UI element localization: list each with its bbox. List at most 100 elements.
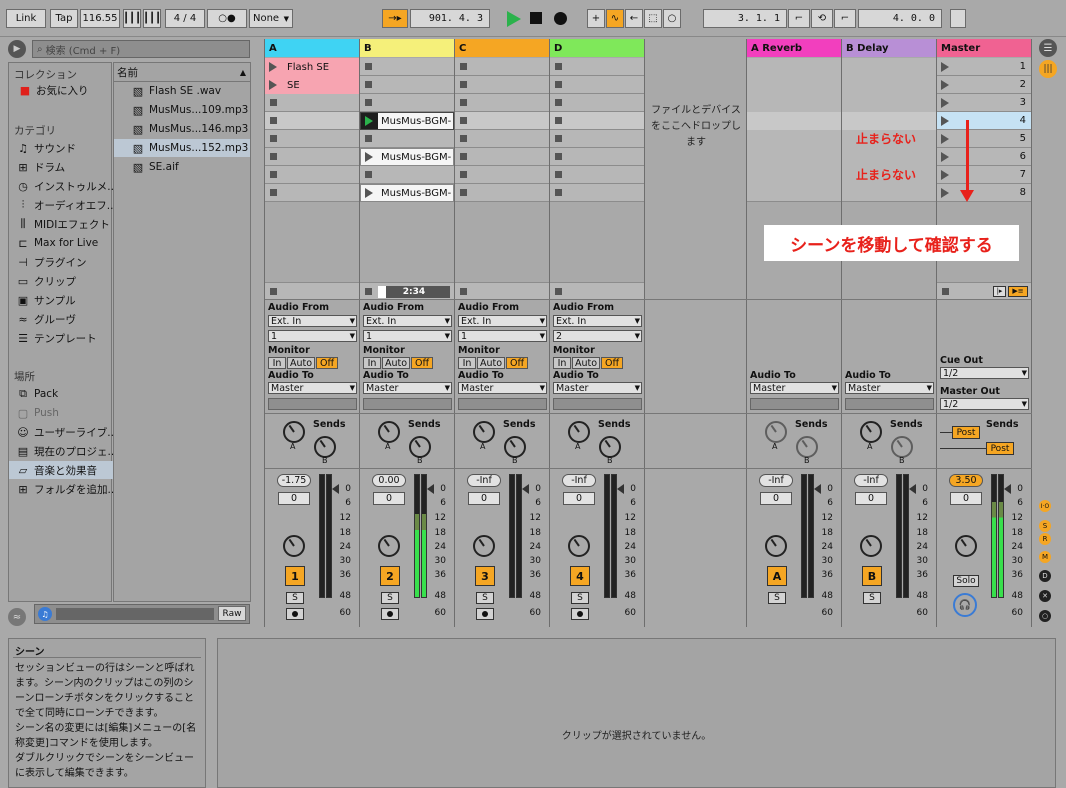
groove-pool-icon[interactable]: ≈ [8,608,26,626]
clip-play-icon[interactable] [269,62,277,72]
monitor-off-button[interactable]: Off [506,357,528,369]
clip-slot[interactable] [550,58,644,76]
clip-slot[interactable] [265,112,359,130]
raw-button[interactable]: Raw [218,606,246,621]
nudge-down-button[interactable]: ┃┃┃ [123,9,141,28]
loop-length-field[interactable]: 4. 0. 0 [858,9,942,28]
volume-field[interactable]: 0.00 [372,474,406,487]
audio-from-select[interactable]: Ext. In ▼ [458,315,547,327]
clip-slot[interactable] [265,94,359,112]
clip-slot[interactable] [455,76,549,94]
track-activator-1[interactable]: 1 [285,566,305,586]
overdub-button[interactable]: + [587,9,605,28]
clip-bgm[interactable]: MusMus-BGM- [360,184,454,202]
category-drums[interactable]: ⊞ ドラム [15,158,65,176]
clip-slot[interactable] [360,130,454,148]
return-b-header[interactable]: B Delay [842,39,936,57]
send-a-knob[interactable] [378,421,400,443]
preview-headphones-icon[interactable]: ♫ [38,607,52,621]
audio-from-select[interactable]: Ext. In ▼ [268,315,357,327]
play-icon[interactable] [507,11,521,27]
send-a-knob[interactable] [283,421,305,443]
io-show-icon[interactable]: I·O [1039,500,1051,512]
place-push[interactable]: ▢ Push [15,404,59,422]
place-pack[interactable]: ⧉ Pack [15,385,58,403]
arm-button[interactable] [381,608,399,620]
time-signature-field[interactable]: 4 / 4 [165,9,205,28]
cue-out-select[interactable]: 1/2 ▼ [940,367,1029,379]
category-samples[interactable]: ▣ サンプル [15,291,76,309]
category-sounds[interactable]: ♫ サウンド [15,139,76,157]
clip-se[interactable]: SE [265,76,359,94]
send-b-knob[interactable] [504,436,526,458]
monitor-off-button[interactable]: Off [316,357,338,369]
pan-knob[interactable] [765,535,787,557]
scene-4-selected[interactable]: 4 [937,112,1031,130]
track-stop-button[interactable] [550,282,644,300]
clip-slot[interactable] [455,130,549,148]
solo-cue-button[interactable]: Solo [953,575,979,587]
pan-field[interactable]: 0 [855,492,887,505]
clip-slot[interactable] [550,94,644,112]
send-b-knob[interactable] [314,436,336,458]
input-channel-select[interactable]: 1 ▼ [458,330,547,342]
send-b-knob[interactable] [599,436,621,458]
pan-knob[interactable] [473,535,495,557]
solo-button[interactable]: S [863,592,881,604]
post-button-b[interactable]: Post [986,442,1014,455]
category-grooves[interactable]: ≈ グルーヴ [15,310,76,328]
scene-2[interactable]: 2 [937,76,1031,94]
crossfader-show-icon[interactable]: ✕ [1039,590,1051,602]
pan-field[interactable]: 0 [373,492,405,505]
returns-show-icon[interactable]: R [1039,533,1051,545]
place-user-library[interactable]: ☺ ユーザーライブ.. [15,423,114,441]
pan-field[interactable]: 0 [563,492,595,505]
hamburger-icon[interactable]: ☰ [1039,39,1057,57]
volume-field[interactable]: -Inf [854,474,888,487]
scene-3[interactable]: 3 [937,94,1031,112]
monitor-auto-button[interactable]: Auto [287,357,315,369]
audio-to-select[interactable]: Master ▼ [363,382,452,394]
send-a-knob[interactable] [568,421,590,443]
volume-field[interactable]: -Inf [759,474,793,487]
tap-button[interactable]: Tap [50,9,78,28]
search-input[interactable]: ⌕ 検索 (Cmd + F) [32,40,250,58]
clip-slot[interactable] [360,76,454,94]
category-plugins[interactable]: ⊣ プラグイン [15,253,86,271]
loop-button[interactable]: ⟲ [811,9,833,28]
track-activator-2[interactable]: 2 [380,566,400,586]
send-b-knob[interactable] [409,436,431,458]
clip-slot[interactable] [360,94,454,112]
track-stop-button[interactable] [455,282,549,300]
scene-launch-icon[interactable] [941,79,949,90]
clip-slot[interactable] [455,184,549,202]
master-volume-field[interactable]: 3.50 [949,474,983,487]
clip-slot[interactable] [360,58,454,76]
mixer-show-icon[interactable]: M [1039,551,1051,563]
solo-button[interactable]: S [381,592,399,604]
clip-play-icon[interactable] [269,80,277,90]
scene-launch-icon[interactable] [941,115,949,126]
scene-6[interactable]: 6 [937,148,1031,166]
scene-5[interactable]: 5 [937,130,1031,148]
follow-button[interactable]: →▸ [382,9,408,28]
audio-from-select[interactable]: Ext. In ▼ [553,315,642,327]
link-button[interactable]: Link [6,9,46,28]
solo-button[interactable]: S [571,592,589,604]
favorites-item[interactable]: ■ お気に入り [17,81,89,99]
monitor-off-button[interactable]: Off [411,357,433,369]
metronome-button[interactable]: ○● [207,9,247,28]
io-toggle-icon[interactable]: ▶≡ [1008,285,1028,297]
record-icon[interactable] [554,12,567,25]
pan-field[interactable]: 0 [760,492,792,505]
scene-1[interactable]: 1 [937,58,1031,76]
monitor-in-button[interactable]: In [268,357,286,369]
monitor-in-button[interactable]: In [458,357,476,369]
track-d-header[interactable]: D [550,39,644,57]
volume-field[interactable]: -Inf [562,474,596,487]
master-pan-knob[interactable] [955,535,977,557]
clip-slot[interactable] [265,130,359,148]
return-a-audio-to-select[interactable]: Master ▼ [750,382,839,394]
input-channel-select[interactable]: 1 ▼ [363,330,452,342]
clip-bgm-playing[interactable]: MusMus-BGM- [360,112,454,130]
